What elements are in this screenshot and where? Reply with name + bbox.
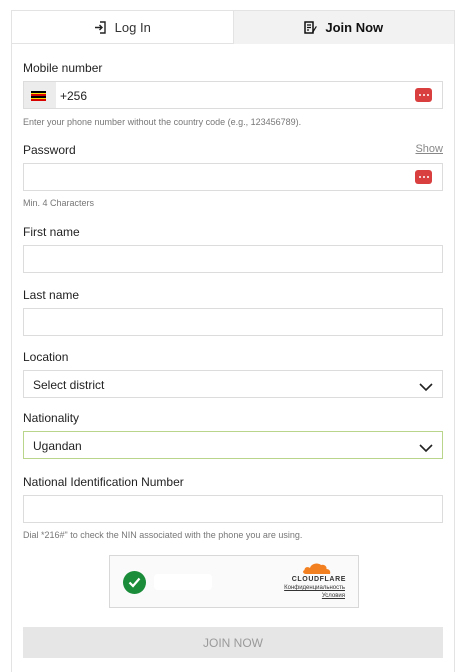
password-field[interactable] bbox=[23, 163, 443, 191]
registration-panel: Log In Join Now Mobile number +256 Enter… bbox=[11, 10, 455, 672]
tab-login[interactable]: Log In bbox=[12, 11, 234, 44]
last-name-label: Last name bbox=[23, 288, 80, 302]
success-check-icon bbox=[123, 571, 146, 594]
tab-login-label: Log In bbox=[114, 19, 151, 35]
nationality-label: Nationality bbox=[23, 411, 80, 425]
mobile-number-hint: Enter your phone number without the coun… bbox=[23, 117, 302, 127]
terms-link[interactable]: Условия bbox=[322, 593, 345, 599]
nin-label: National Identification Number bbox=[23, 475, 184, 489]
country-code-prefix: +256 bbox=[60, 89, 88, 103]
location-select[interactable]: Select district bbox=[23, 370, 443, 398]
last-name-field[interactable] bbox=[23, 308, 443, 336]
chevron-down-icon bbox=[419, 379, 433, 397]
cloudflare-brand-text: CLOUDFLARE bbox=[291, 576, 346, 583]
nationality-selected-value: Ugandan bbox=[33, 439, 82, 453]
nin-field[interactable] bbox=[23, 495, 443, 523]
country-selector[interactable] bbox=[24, 82, 56, 108]
edit-form-icon bbox=[304, 21, 318, 34]
first-name-label: First name bbox=[23, 225, 80, 239]
password-label: Password bbox=[23, 143, 76, 157]
cloudflare-captcha-widget[interactable]: CLOUDFLARE Конфиденциальность Условия bbox=[109, 555, 359, 608]
cloudflare-cloud-icon bbox=[303, 563, 331, 574]
password-hint: Min. 4 Characters bbox=[23, 198, 95, 208]
password-manager-icon[interactable] bbox=[415, 88, 432, 102]
nationality-select[interactable]: Ugandan bbox=[23, 431, 443, 459]
captcha-status-placeholder bbox=[154, 574, 212, 590]
location-label: Location bbox=[23, 350, 69, 364]
first-name-field[interactable] bbox=[23, 245, 443, 273]
privacy-link[interactable]: Конфиденциальность bbox=[284, 585, 345, 591]
show-password-link[interactable]: Show bbox=[415, 143, 443, 155]
nin-hint: Dial *216#" to check the NIN associated … bbox=[23, 530, 303, 540]
location-selected-value: Select district bbox=[33, 378, 105, 392]
uganda-flag-icon bbox=[31, 91, 46, 102]
join-now-button[interactable]: JOIN NOW bbox=[23, 627, 443, 658]
login-icon bbox=[94, 20, 107, 34]
auth-tabs: Log In Join Now bbox=[12, 11, 454, 44]
tab-join-label: Join Now bbox=[325, 20, 384, 35]
chevron-down-icon bbox=[419, 440, 433, 458]
mobile-number-field[interactable]: +256 bbox=[23, 81, 443, 109]
tab-join-now[interactable]: Join Now bbox=[233, 11, 454, 44]
mobile-number-label: Mobile number bbox=[23, 61, 103, 75]
password-manager-icon[interactable] bbox=[415, 170, 432, 184]
